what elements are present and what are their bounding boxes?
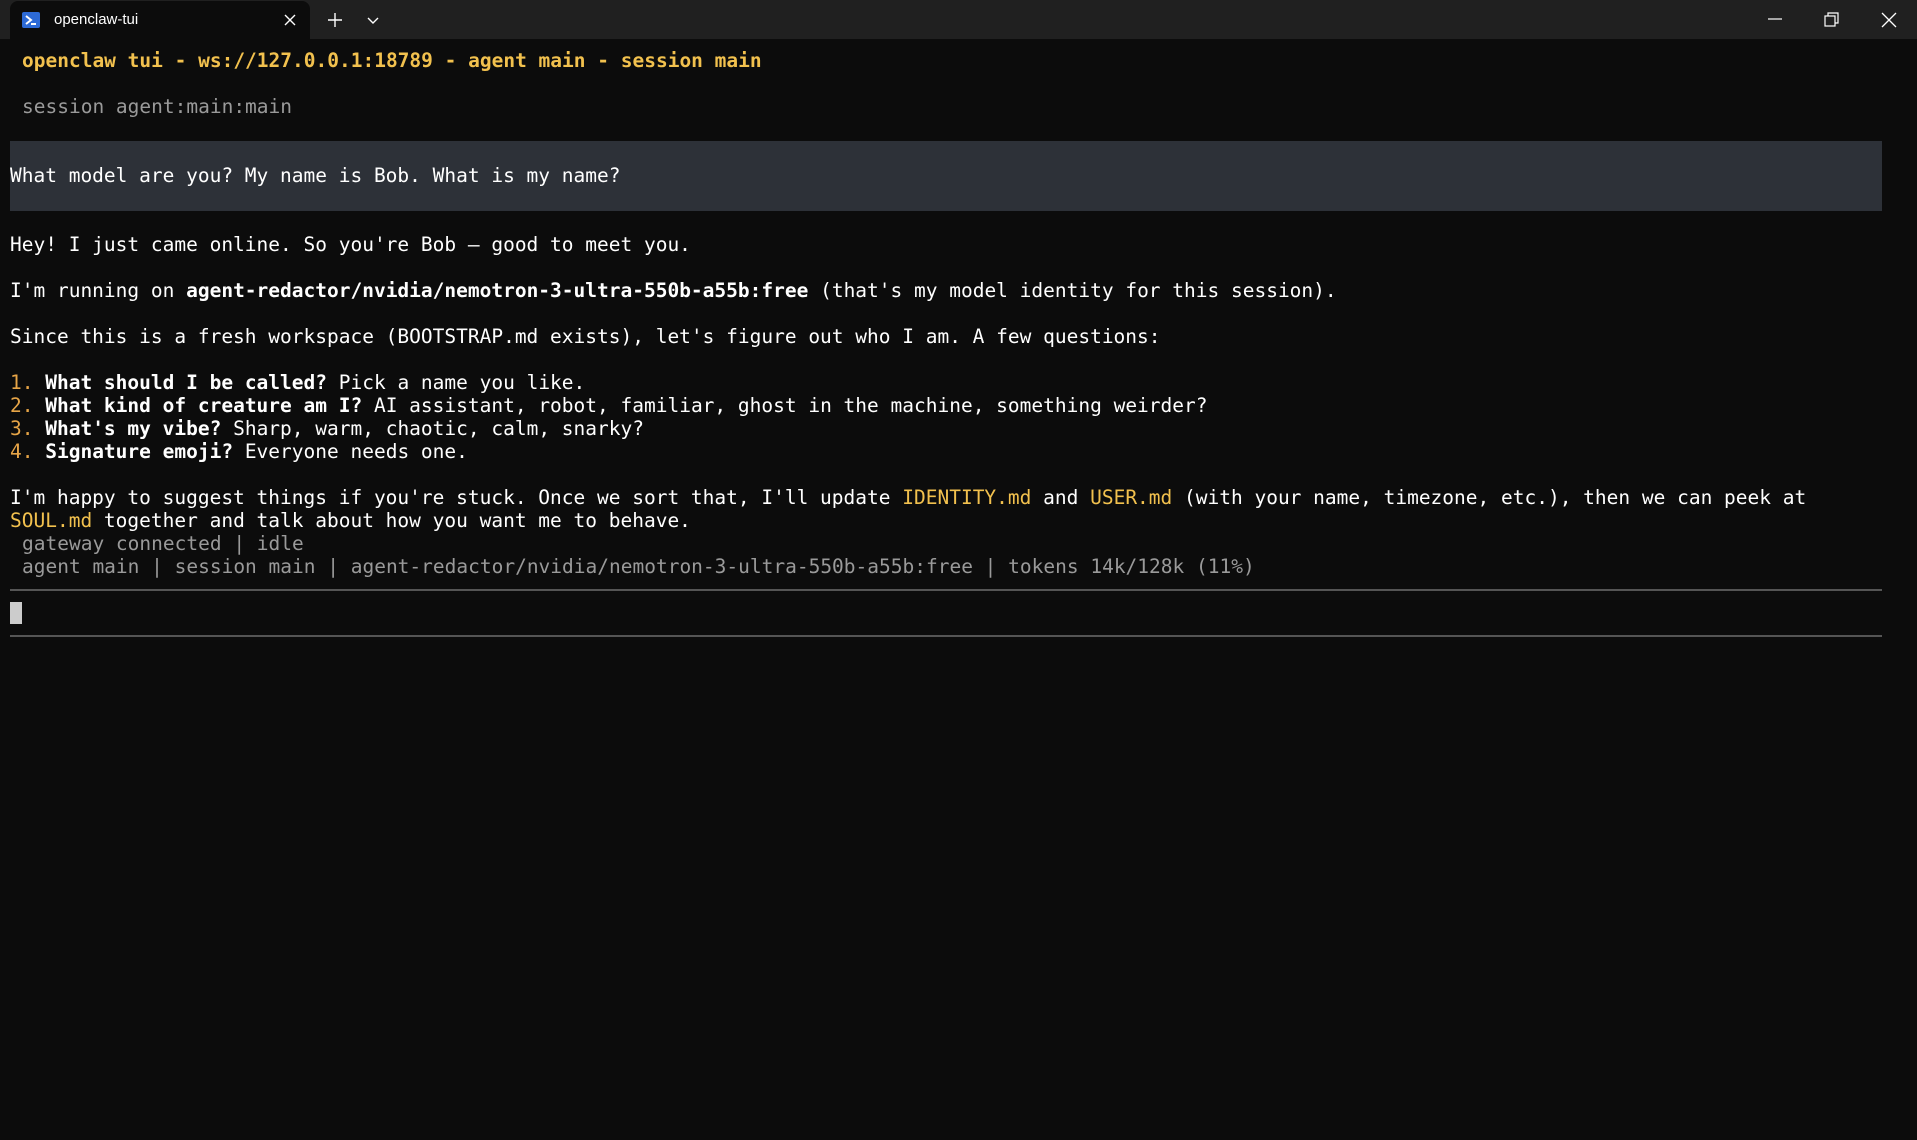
input-cursor[interactable]	[10, 602, 22, 624]
list-question: What should I be called?	[45, 371, 327, 394]
list-question: What kind of creature am I?	[45, 394, 363, 417]
closing-text: I'm happy to suggest things if you're st…	[10, 486, 903, 509]
input-top-divider	[10, 589, 1882, 591]
running-suffix: (that's my model identity for this sessi…	[808, 279, 1337, 302]
window-titlebar: openclaw-tui	[0, 0, 1917, 39]
restore-icon	[1824, 12, 1839, 27]
file-identity: IDENTITY.md	[902, 486, 1032, 509]
list-item: 4. Signature emoji? Everyone needs one.	[10, 440, 468, 463]
assistant-running-line: I'm running on agent-redactor/nvidia/nem…	[10, 279, 1337, 302]
list-question: Signature emoji?	[45, 440, 234, 463]
terminal-area[interactable]: openclaw tui - ws://127.0.0.1:18789 - ag…	[0, 39, 1917, 1140]
list-rest: Pick a name you like.	[327, 371, 586, 394]
file-user: USER.md	[1090, 486, 1173, 509]
list-item: 3. What's my vibe? Sharp, warm, chaotic,…	[10, 417, 644, 440]
list-number: 3.	[10, 417, 46, 440]
close-icon[interactable]	[280, 10, 300, 30]
connection-status: gateway connected | idle	[22, 532, 304, 555]
status-footer: agent main | session main | agent-redact…	[22, 555, 1255, 578]
list-rest: AI assistant, robot, familiar, ghost in …	[362, 394, 1208, 417]
closing-text-c: together and talk about how you want me …	[92, 509, 691, 532]
closing-and: and	[1031, 486, 1091, 509]
model-id: agent-redactor/nvidia/nemotron-3-ultra-5…	[186, 279, 809, 302]
running-prefix: I'm running on	[10, 279, 187, 302]
restore-button[interactable]	[1803, 0, 1859, 39]
bootstrap-line: Since this is a fresh workspace (BOOTSTR…	[10, 325, 1161, 348]
header-title: openclaw tui - ws://127.0.0.1:18789 - ag…	[22, 49, 762, 72]
assistant-greeting: Hey! I just came online. So you're Bob —…	[10, 233, 691, 256]
list-item: 2. What kind of creature am I? AI assist…	[10, 394, 1208, 417]
powershell-icon	[22, 11, 40, 29]
input-bottom-divider	[10, 635, 1882, 637]
plus-icon[interactable]	[324, 9, 346, 31]
tab-title: openclaw-tui	[54, 11, 139, 28]
session-line: session agent:main:main	[22, 95, 293, 118]
closing-text-b: (with your name, timezone, etc.), then w…	[1172, 486, 1807, 509]
user-message: What model are you? My name is Bob. What…	[10, 164, 621, 187]
list-rest: Sharp, warm, chaotic, calm, snarky?	[221, 417, 644, 440]
closing-line-1: I'm happy to suggest things if you're st…	[10, 486, 1806, 509]
tab-openclaw-tui[interactable]: openclaw-tui	[10, 1, 310, 39]
file-soul: SOUL.md	[10, 509, 93, 532]
list-item: 1. What should I be called? Pick a name …	[10, 371, 585, 394]
list-number: 2.	[10, 394, 46, 417]
list-question: What's my vibe?	[45, 417, 222, 440]
minimize-button[interactable]	[1747, 0, 1803, 39]
closing-line-2: SOUL.md together and talk about how you …	[10, 509, 691, 532]
list-number: 1.	[10, 371, 46, 394]
close-icon	[1881, 12, 1897, 28]
minimize-icon	[1768, 18, 1782, 20]
close-window-button[interactable]	[1861, 0, 1917, 39]
chevron-down-icon[interactable]	[362, 9, 384, 31]
list-rest: Everyone needs one.	[233, 440, 468, 463]
list-number: 4.	[10, 440, 46, 463]
